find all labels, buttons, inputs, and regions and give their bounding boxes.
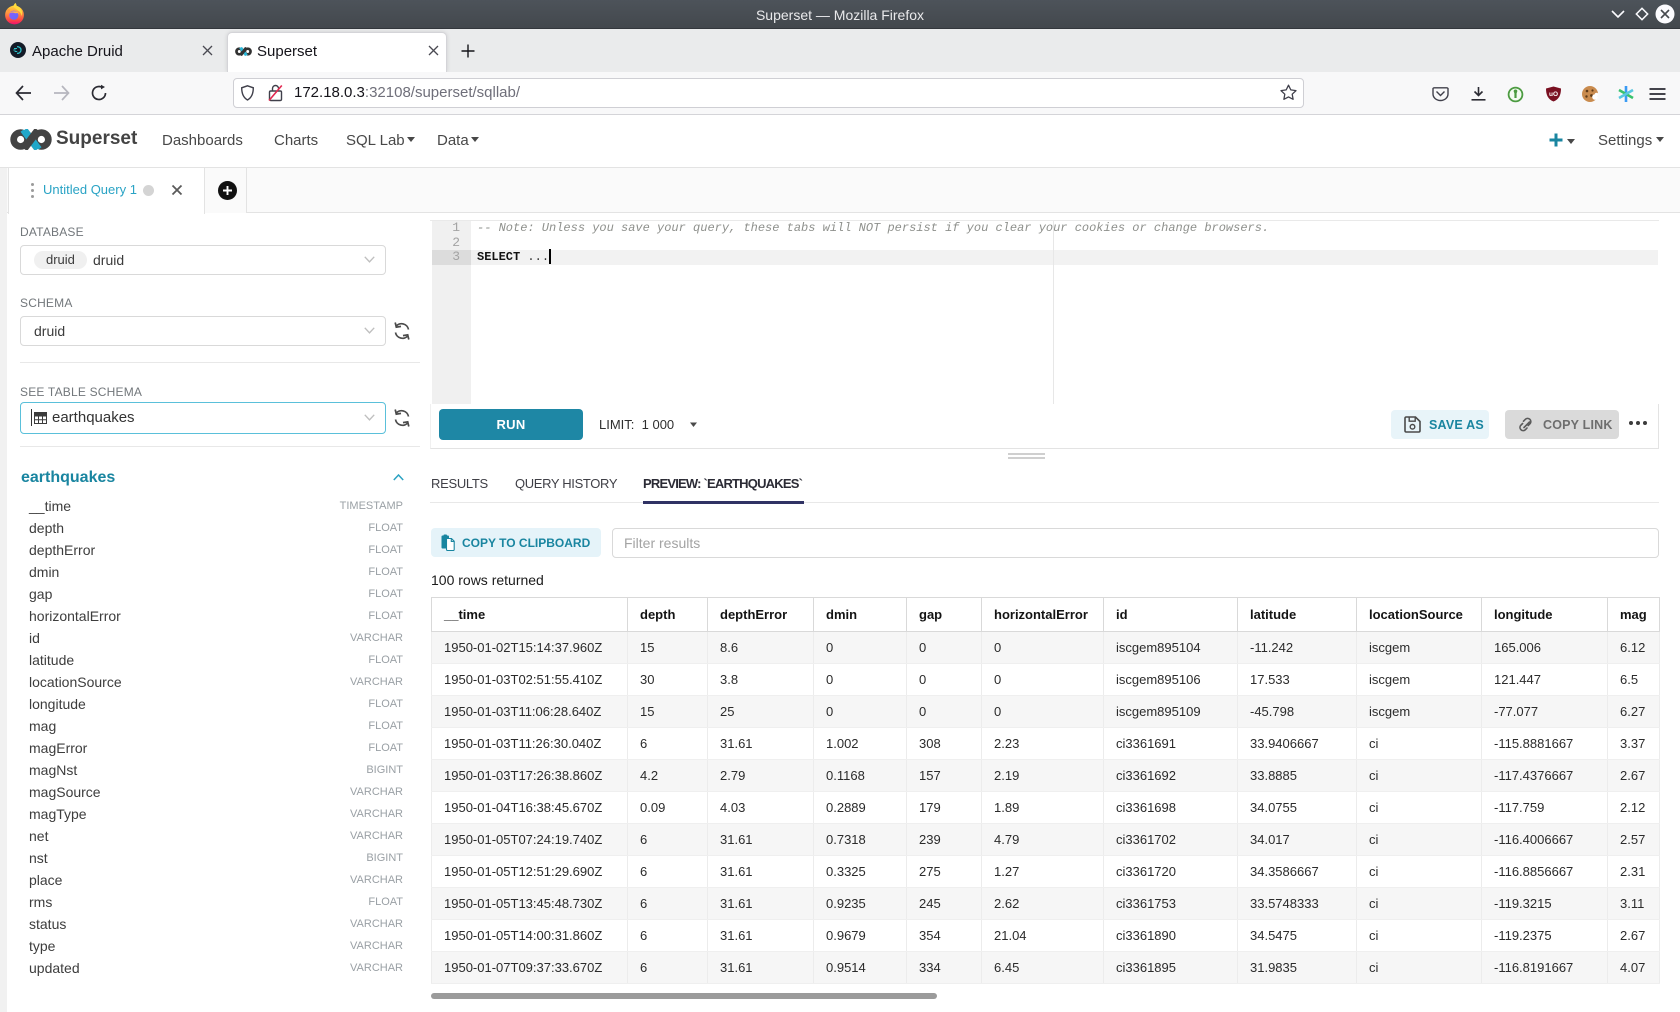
svg-text:uO: uO [1549, 91, 1558, 98]
